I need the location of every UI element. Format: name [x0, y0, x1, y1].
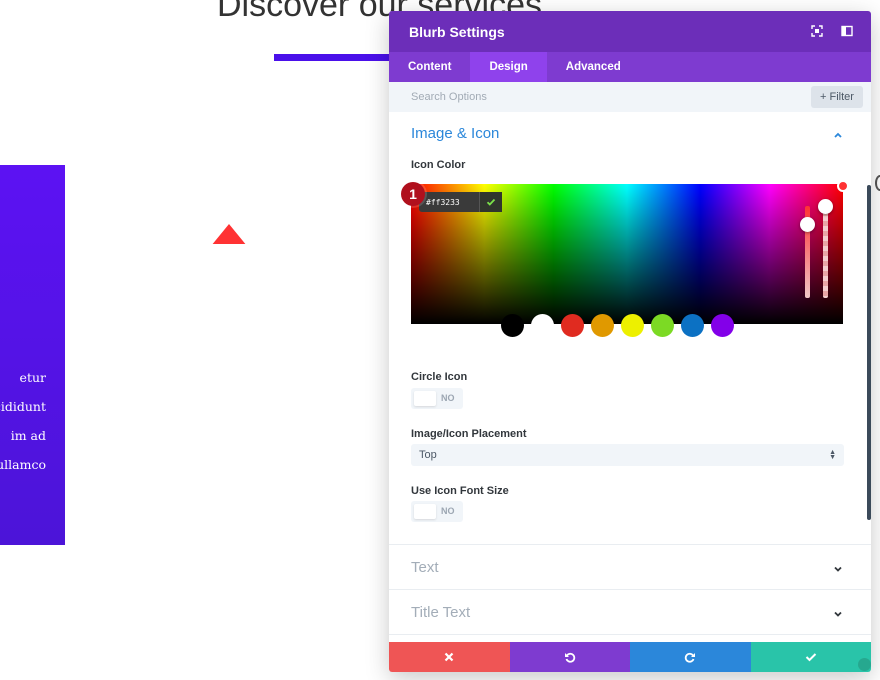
card-text-line: cididunt	[0, 399, 46, 414]
search-input[interactable]	[389, 82, 799, 112]
undo-button[interactable]	[509, 642, 630, 672]
opacity-slider[interactable]	[823, 206, 828, 298]
placement-select[interactable]: Top ▲ ▼	[411, 444, 844, 466]
hex-value-text: #ff3233	[426, 197, 460, 207]
triangle-up-icon[interactable]	[211, 224, 247, 246]
section-divider	[389, 634, 871, 635]
chevron-down-icon[interactable]	[833, 564, 843, 574]
step-badge: 1	[401, 182, 425, 206]
split-view-icon[interactable]	[841, 25, 853, 37]
redo-button[interactable]	[630, 642, 751, 672]
circle-icon-label: Circle Icon	[411, 371, 468, 383]
toggle-knob	[414, 391, 436, 406]
swatch-white[interactable]	[531, 314, 554, 337]
filter-button[interactable]: + Filter	[811, 86, 863, 108]
color-picker[interactable]: #ff3233 1	[401, 180, 849, 324]
section-title-image-icon[interactable]: Image & Icon	[411, 125, 499, 142]
swatch-purple[interactable]	[711, 314, 734, 337]
section-title-title-text[interactable]: Title Text	[411, 604, 470, 621]
modal-header[interactable]: Blurb Settings	[389, 11, 871, 52]
swatch-red[interactable]	[561, 314, 584, 337]
swatch-blue[interactable]	[681, 314, 704, 337]
swatch-green[interactable]	[651, 314, 674, 337]
blurb-settings-modal: Blurb Settings Content Design Advanced +…	[389, 11, 871, 672]
section-title-text[interactable]: Text	[411, 559, 439, 576]
section-divider	[389, 544, 871, 545]
placement-value: Top	[419, 449, 437, 461]
tab-advanced[interactable]: Advanced	[547, 52, 640, 82]
check-icon	[805, 653, 816, 662]
filter-label: Filter	[829, 91, 854, 103]
triangle-gap	[211, 244, 247, 247]
toggle-state: NO	[441, 506, 455, 516]
page: Discover our services etur cididunt im a…	[0, 0, 880, 680]
close-icon	[444, 652, 454, 662]
resize-handle-icon[interactable]	[858, 658, 871, 671]
placement-label: Image/Icon Placement	[411, 428, 527, 440]
tab-design[interactable]: Design	[470, 52, 547, 82]
swatch-black[interactable]	[501, 314, 524, 337]
focus-icon[interactable]	[811, 25, 823, 37]
cancel-button[interactable]	[389, 642, 510, 672]
heading-underline	[274, 54, 394, 61]
icon-color-label: Icon Color	[411, 159, 466, 171]
undo-icon	[564, 652, 575, 663]
save-button[interactable]	[750, 642, 871, 672]
plus-icon: +	[820, 91, 827, 103]
hue-slider-handle[interactable]	[800, 217, 815, 232]
toggle-knob	[414, 504, 436, 519]
card-text-line: etur	[19, 370, 46, 385]
tab-bar: Content Design Advanced	[389, 52, 871, 82]
hex-value-field[interactable]: #ff3233	[419, 192, 502, 212]
select-caret-icon: ▲ ▼	[829, 449, 836, 461]
tab-content[interactable]: Content	[389, 52, 470, 82]
card-text-line: ullamco	[0, 457, 46, 472]
scrollbar[interactable]	[867, 185, 871, 520]
chevron-down-icon[interactable]	[833, 609, 843, 619]
opacity-slider-handle[interactable]	[818, 199, 833, 214]
circle-icon-toggle[interactable]: NO	[411, 388, 463, 409]
swatch-orange[interactable]	[591, 314, 614, 337]
color-selector-dot[interactable]	[837, 180, 849, 192]
toggle-state: NO	[441, 393, 455, 403]
redo-icon	[685, 652, 696, 663]
section-divider	[389, 589, 871, 590]
modal-footer	[389, 642, 871, 672]
card-text-line: im ad	[10, 428, 46, 443]
swatch-yellow[interactable]	[621, 314, 644, 337]
icon-font-size-label: Use Icon Font Size	[411, 485, 509, 497]
check-icon[interactable]	[479, 192, 502, 212]
search-bar: + Filter	[389, 82, 871, 112]
partial-icon	[875, 175, 880, 191]
blurb-card[interactable]: etur cididunt im ad ullamco	[0, 165, 65, 545]
icon-font-size-toggle[interactable]: NO	[411, 501, 463, 522]
settings-body: Image & Icon Icon Color #ff3233 1 Circle…	[389, 112, 871, 642]
color-swatches	[501, 314, 734, 337]
chevron-up-icon[interactable]	[833, 130, 843, 140]
modal-title: Blurb Settings	[409, 23, 505, 40]
